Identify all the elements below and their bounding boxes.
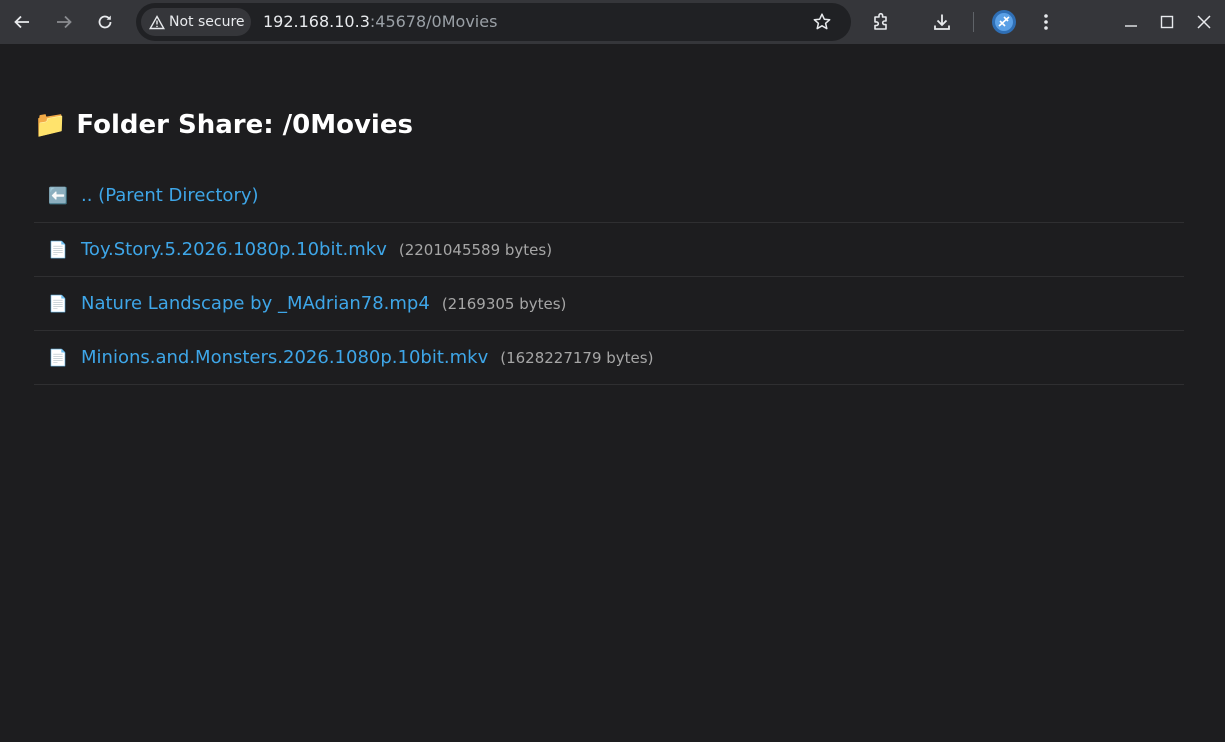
list-item-parent-directory: ⬅️ .. (Parent Directory) <box>34 169 1184 223</box>
maximize-icon <box>1160 15 1174 29</box>
star-icon <box>813 13 831 30</box>
file-link[interactable]: Toy.Story.5.2026.1080p.10bit.mkv <box>81 239 387 260</box>
list-item: 📄 Minions.and.Monsters.2026.1080p.10bit.… <box>34 331 1184 385</box>
parent-directory-link[interactable]: .. (Parent Directory) <box>81 185 259 206</box>
page-title-text: Folder Share: /0Movies <box>76 110 413 140</box>
file-size: (1628227179 bytes) <box>500 348 654 367</box>
downloads-button[interactable] <box>926 6 958 38</box>
folder-icon: 📁 <box>34 110 67 140</box>
back-button[interactable] <box>6 6 38 38</box>
profile-icon <box>992 10 1016 34</box>
page-content: 📁 Folder Share: /0Movies ⬅️ .. (Parent D… <box>0 48 1225 742</box>
close-window-button[interactable] <box>1188 6 1220 38</box>
browser-toolbar: Not secure 192.168.10.3:45678/0Movies <box>0 0 1225 44</box>
reload-button[interactable] <box>89 6 121 38</box>
minimize-icon <box>1125 25 1137 27</box>
url-host: 192.168.10.3 <box>263 12 370 31</box>
bookmark-star-button[interactable] <box>812 12 832 36</box>
file-list: ⬅️ .. (Parent Directory) 📄 Toy.Story.5.2… <box>34 169 1184 385</box>
toolbar-divider <box>973 12 974 32</box>
download-icon <box>934 14 950 30</box>
file-icon: 📄 <box>48 348 68 367</box>
extensions-button[interactable] <box>865 6 897 38</box>
extensions-icon <box>874 12 887 30</box>
browser-menu-button[interactable] <box>1030 6 1062 38</box>
profile-button[interactable] <box>988 6 1020 38</box>
file-icon: 📄 <box>48 240 68 259</box>
forward-button[interactable] <box>48 6 80 38</box>
security-chip[interactable]: Not secure <box>141 8 251 36</box>
url-path: :45678/0Movies <box>369 12 498 31</box>
forward-icon <box>57 15 72 29</box>
menu-icon <box>1044 14 1048 30</box>
file-size: (2201045589 bytes) <box>398 240 553 259</box>
security-chip-label: Not secure <box>169 14 245 30</box>
minimize-button[interactable] <box>1115 6 1147 38</box>
back-arrow-icon: ⬅️ <box>48 186 68 205</box>
close-icon <box>1197 15 1211 29</box>
file-size: (2169305 bytes) <box>441 294 567 313</box>
file-link[interactable]: Minions.and.Monsters.2026.1080p.10bit.mk… <box>81 347 488 368</box>
back-icon <box>14 15 29 29</box>
warning-icon <box>149 14 165 29</box>
file-link[interactable]: Nature Landscape by _MAdrian78.mp4 <box>81 293 430 314</box>
address-bar[interactable]: Not secure 192.168.10.3:45678/0Movies <box>136 3 851 41</box>
list-item: 📄 Toy.Story.5.2026.1080p.10bit.mkv (2201… <box>34 223 1184 277</box>
file-icon: 📄 <box>48 294 68 313</box>
maximize-button[interactable] <box>1151 6 1183 38</box>
page-title: 📁 Folder Share: /0Movies <box>34 110 413 140</box>
list-item: 📄 Nature Landscape by _MAdrian78.mp4 (21… <box>34 277 1184 331</box>
reload-icon <box>98 15 112 29</box>
url-text[interactable]: 192.168.10.3:45678/0Movies <box>263 12 497 31</box>
